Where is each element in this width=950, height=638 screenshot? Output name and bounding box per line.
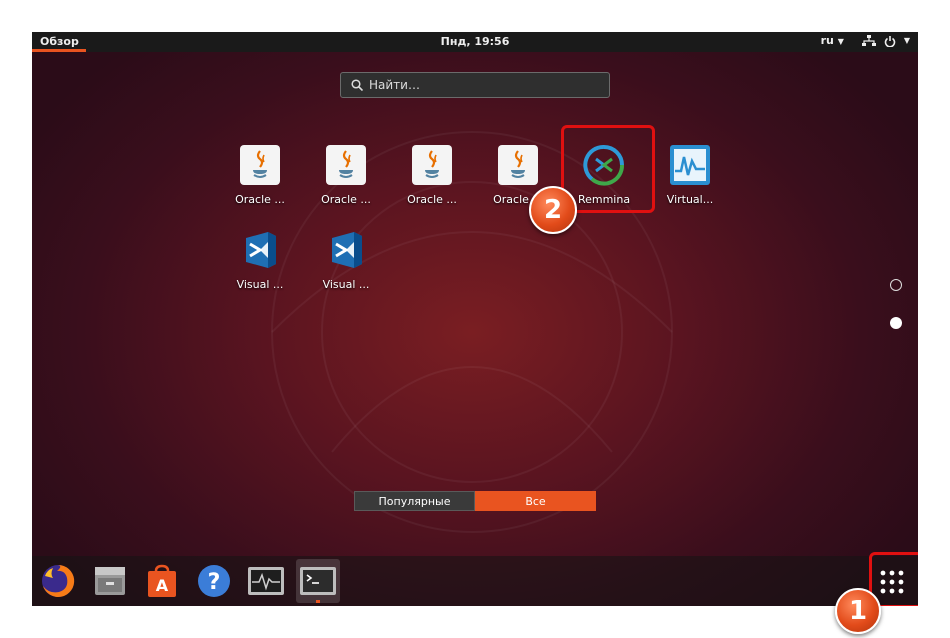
chevron-down-icon[interactable]: ▼ bbox=[904, 36, 910, 45]
network-icon[interactable] bbox=[861, 34, 876, 47]
app-view-tabs: Популярные Все bbox=[354, 491, 596, 511]
tab-popular[interactable]: Популярные bbox=[354, 491, 475, 511]
dock-software[interactable]: A bbox=[140, 559, 184, 603]
java-icon bbox=[326, 145, 366, 185]
running-indicator bbox=[316, 600, 320, 603]
chevron-down-icon: ▼ bbox=[837, 37, 844, 46]
app-visual-2[interactable]: Visual ... bbox=[308, 228, 384, 291]
page-indicator-1[interactable] bbox=[890, 279, 902, 291]
software-icon: A bbox=[148, 564, 176, 597]
app-visual-1[interactable]: Visual ... bbox=[222, 228, 298, 291]
tab-all[interactable]: Все bbox=[475, 491, 596, 511]
app-label: Visual ... bbox=[236, 278, 284, 291]
language-indicator[interactable]: ru ▼ bbox=[821, 34, 844, 47]
dock-terminal[interactable] bbox=[296, 559, 340, 603]
vscode-icon bbox=[332, 232, 362, 268]
system-tray[interactable]: ru ▼ ▼ bbox=[821, 34, 910, 47]
top-bar: Обзор Пнд, 19:56 ru ▼ ▼ bbox=[32, 32, 918, 52]
step-badge-1: 1 bbox=[835, 588, 881, 634]
app-oracle-1[interactable]: Oracle ... bbox=[222, 143, 298, 206]
page-indicator-2[interactable] bbox=[890, 317, 902, 329]
app-label: Oracle ... bbox=[407, 193, 457, 206]
search-bar[interactable] bbox=[340, 72, 610, 98]
dock-files[interactable] bbox=[88, 559, 132, 603]
java-icon bbox=[412, 145, 452, 185]
system-monitor-icon bbox=[248, 567, 284, 595]
activities-underline bbox=[32, 49, 86, 52]
search-icon bbox=[351, 79, 363, 91]
app-label: Visual ... bbox=[322, 278, 370, 291]
power-icon[interactable] bbox=[884, 35, 896, 47]
firefox-icon bbox=[42, 564, 75, 597]
search-input[interactable] bbox=[369, 78, 579, 92]
terminal-icon bbox=[300, 567, 336, 595]
wallpaper-swirls bbox=[271, 131, 673, 533]
app-label: Oracle ... bbox=[235, 193, 285, 206]
svg-text:?: ? bbox=[208, 570, 221, 595]
virtualbox-monitor-icon bbox=[670, 145, 710, 185]
app-virtual-monitor[interactable]: Virtual... bbox=[652, 143, 728, 206]
desktop-screen: Обзор Пнд, 19:56 ru ▼ ▼ Найти… Oracle ..… bbox=[32, 32, 918, 606]
language-label: ru bbox=[820, 34, 834, 47]
files-icon bbox=[95, 567, 125, 595]
step-badge-2: 2 bbox=[529, 186, 577, 234]
app-label: Oracle ... bbox=[321, 193, 371, 206]
help-icon: ? bbox=[198, 565, 230, 597]
clock[interactable]: Пнд, 19:56 bbox=[32, 35, 918, 48]
app-oracle-2[interactable]: Oracle ... bbox=[308, 143, 384, 206]
dock: A ? bbox=[32, 556, 918, 606]
dock-firefox[interactable] bbox=[36, 559, 80, 603]
java-icon bbox=[498, 145, 538, 185]
java-icon bbox=[240, 145, 280, 185]
svg-text:A: A bbox=[156, 576, 169, 595]
dock-system-monitor[interactable] bbox=[244, 559, 288, 603]
dock-help[interactable]: ? bbox=[192, 559, 236, 603]
app-label: Virtual... bbox=[666, 193, 714, 206]
vscode-icon bbox=[246, 232, 276, 268]
app-oracle-3[interactable]: Oracle ... bbox=[394, 143, 470, 206]
